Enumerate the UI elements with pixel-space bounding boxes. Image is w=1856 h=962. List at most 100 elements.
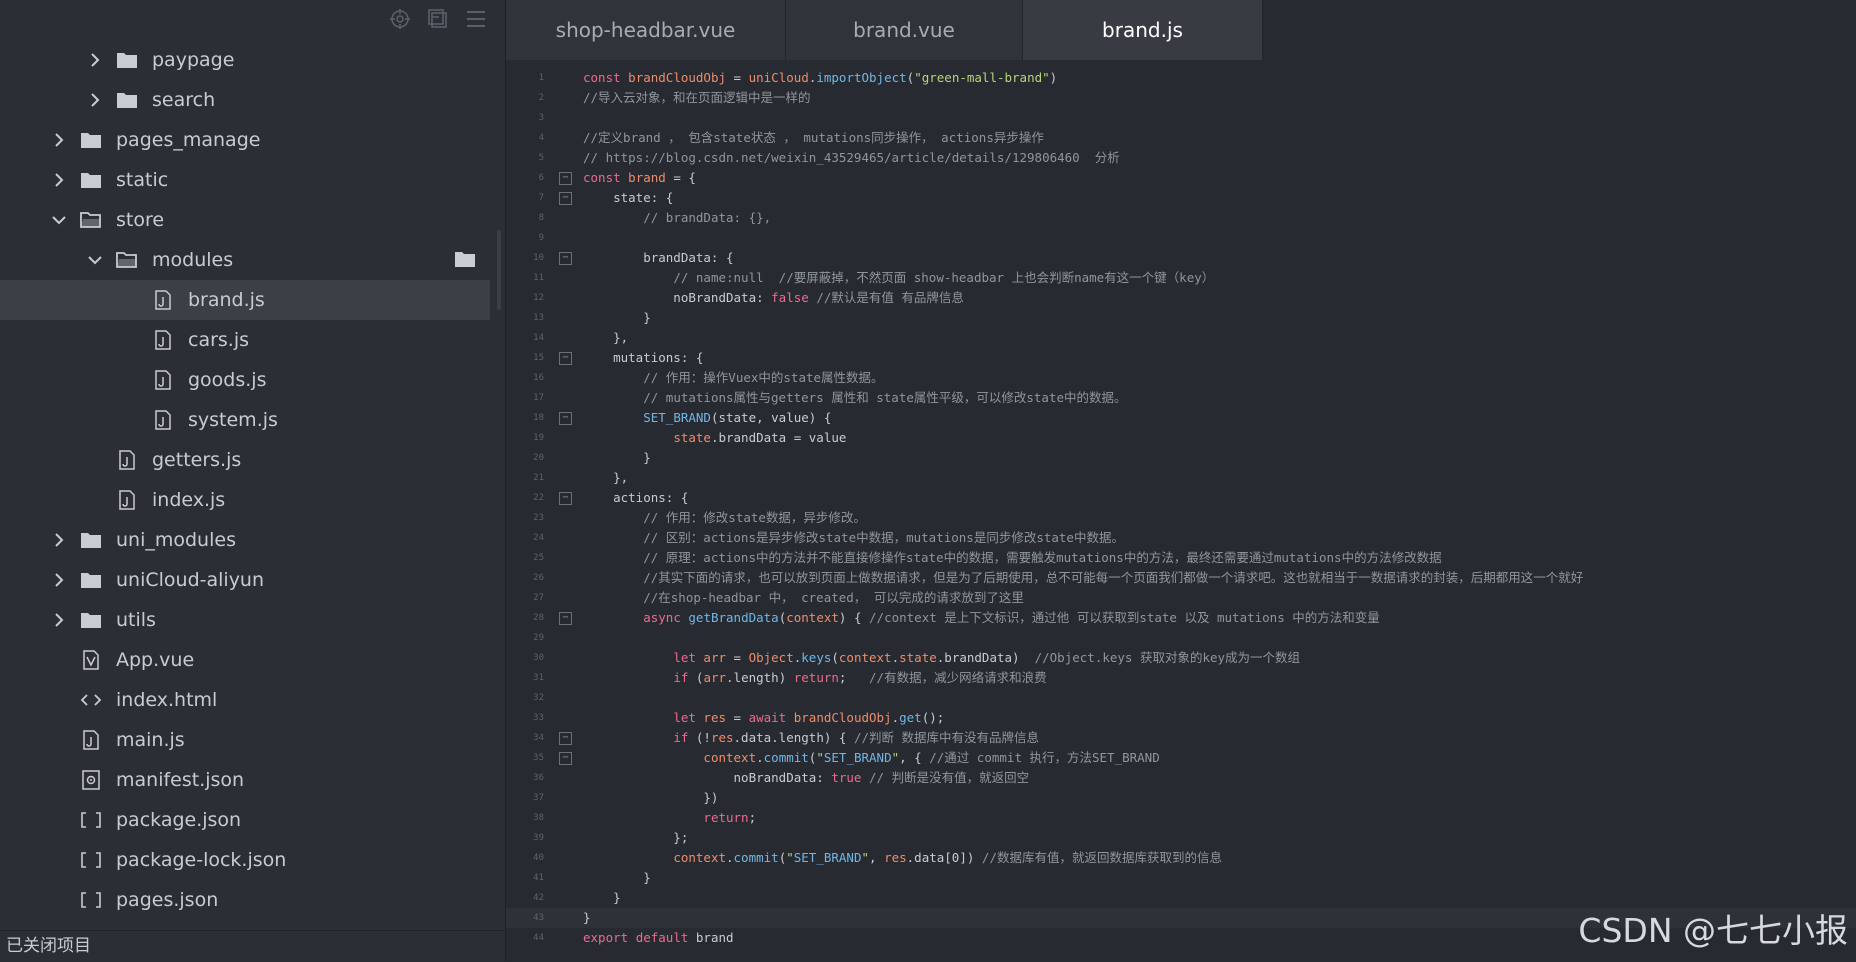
code-line[interactable]: 36 noBrandData: true // 判断是没有值，就返回空	[506, 768, 1856, 788]
code-line[interactable]: 11 // name:null //要屏蔽掉，不然页面 show-headbar…	[506, 268, 1856, 288]
tree-item-unicloud-aliyun[interactable]: uniCloud-aliyun	[0, 560, 490, 600]
chevron-down-icon[interactable]	[86, 251, 104, 269]
code-line[interactable]: 9	[506, 228, 1856, 248]
fold-toggle-icon[interactable]: −	[559, 172, 572, 185]
code-line[interactable]: 8 // brandData: {},	[506, 208, 1856, 228]
code-line[interactable]: 29	[506, 628, 1856, 648]
code-line[interactable]: 5 // https://blog.csdn.net/weixin_4352946…	[506, 148, 1856, 168]
code-line[interactable]: 25 // 原理：actions中的方法并不能直接修操作state中的数据，需要…	[506, 548, 1856, 568]
tab-shop-headbar-vue[interactable]: shop-headbar.vue	[506, 0, 786, 60]
code-line[interactable]: 26 //其实下面的请求，也可以放到页面上做数据请求，但是为了后期使用，总不可能…	[506, 568, 1856, 588]
tree-item-pages-json[interactable]: pages.json	[0, 880, 490, 920]
code-line[interactable]: 39 };	[506, 828, 1856, 848]
js-file-icon	[152, 290, 174, 310]
tree-item-label: goods.js	[188, 369, 267, 391]
tree-item-package-lock-json[interactable]: package-lock.json	[0, 840, 490, 880]
tree-item-cars-js[interactable]: cars.js	[0, 320, 490, 360]
code-area[interactable]: 1 const brandCloudObj = uniCloud.importOb…	[506, 68, 1856, 948]
code-line[interactable]: 30 let arr = Object.keys(context.state.b…	[506, 648, 1856, 668]
sidebar-scrollbar[interactable]	[497, 230, 501, 310]
code-line[interactable]: 18 − SET_BRAND(state, value) {	[506, 408, 1856, 428]
code-line[interactable]: 24 // 区别：actions是异步修改state中数据，mutations是…	[506, 528, 1856, 548]
tree-item-search[interactable]: search	[0, 80, 490, 120]
code-text: context.commit("SET_BRAND", res.data[0])…	[673, 850, 1222, 865]
tree-item-package-json[interactable]: package.json	[0, 800, 490, 840]
code-line[interactable]: 13 }	[506, 308, 1856, 328]
code-line[interactable]: 1 const brandCloudObj = uniCloud.importOb…	[506, 68, 1856, 88]
code-line[interactable]: 15 − mutations: {	[506, 348, 1856, 368]
new-folder-icon[interactable]	[454, 250, 476, 273]
code-line[interactable]: 22 − actions: {	[506, 488, 1856, 508]
tree-item-paypage[interactable]: paypage	[0, 40, 490, 80]
chevron-down-icon[interactable]	[50, 211, 68, 229]
code-line[interactable]: 35 − context.commit("SET_BRAND", { //通过 c…	[506, 748, 1856, 768]
fold-toggle-icon[interactable]: −	[559, 352, 572, 365]
chevron-right-icon[interactable]	[50, 611, 68, 629]
chevron-right-icon[interactable]	[50, 131, 68, 149]
chevron-right-icon[interactable]	[50, 531, 68, 549]
target-icon[interactable]	[389, 8, 411, 30]
fold-toggle-icon[interactable]: −	[559, 492, 572, 505]
fold-toggle-icon[interactable]: −	[559, 412, 572, 425]
fold-toggle-icon[interactable]: −	[559, 612, 572, 625]
tree-item-store[interactable]: store	[0, 200, 490, 240]
fold-toggle-icon[interactable]: −	[559, 752, 572, 765]
tree-item-system-js[interactable]: system.js	[0, 400, 490, 440]
code-line[interactable]: 33 let res = await brandCloudObj.get();	[506, 708, 1856, 728]
line-number: 32	[533, 693, 544, 703]
code-line[interactable]: 20 }	[506, 448, 1856, 468]
code-line[interactable]: 12 noBrandData: false //默认是有值 有品牌信息	[506, 288, 1856, 308]
tree-item-utils[interactable]: utils	[0, 600, 490, 640]
code-line[interactable]: 14 },	[506, 328, 1856, 348]
fold-toggle-icon[interactable]: −	[559, 732, 572, 745]
code-line[interactable]: 41 }	[506, 868, 1856, 888]
tree-item-uni-modules[interactable]: uni_modules	[0, 520, 490, 560]
tab-brand-vue[interactable]: brand.vue	[786, 0, 1023, 60]
tree-item-goods-js[interactable]: goods.js	[0, 360, 490, 400]
tree-item-index-html[interactable]: index.html	[0, 680, 490, 720]
code-line[interactable]: 17 // mutations属性与getters 属性和 state属性平级，…	[506, 388, 1856, 408]
code-editor[interactable]: shop-headbar.vue brand.vue brand.js 1 con…	[506, 0, 1856, 961]
tree-item-brand-js[interactable]: brand.js	[0, 280, 490, 320]
code-line[interactable]: 4 //定义brand ， 包含state状态 ， mutations同步操作， …	[506, 128, 1856, 148]
chevron-right-icon[interactable]	[86, 51, 104, 69]
tab-brand-js[interactable]: brand.js	[1023, 0, 1263, 60]
code-line[interactable]: 2 //导入云对象，和在页面逻辑中是一样的	[506, 88, 1856, 108]
line-number: 42	[533, 893, 544, 903]
code-line[interactable]: 23 // 作用：修改state数据，异步修改。	[506, 508, 1856, 528]
tree-item-modules[interactable]: modules	[0, 240, 490, 280]
code-line[interactable]: 28 − async getBrandData(context) { //cont…	[506, 608, 1856, 628]
code-line[interactable]: 32	[506, 688, 1856, 708]
code-line[interactable]: 27 //在shop-headbar 中， created， 可以完成的请求放到…	[506, 588, 1856, 608]
collapse-all-icon[interactable]	[427, 8, 449, 30]
fold-toggle-icon[interactable]: −	[559, 192, 572, 205]
chevron-right-icon[interactable]	[50, 171, 68, 189]
chevron-right-icon[interactable]	[50, 571, 68, 589]
code-line[interactable]: 6 − const brand = {	[506, 168, 1856, 188]
tree-item-main-js[interactable]: main.js	[0, 720, 490, 760]
code-line[interactable]: 21 },	[506, 468, 1856, 488]
code-line[interactable]: 37 })	[506, 788, 1856, 808]
code-line[interactable]: 3	[506, 108, 1856, 128]
code-line[interactable]: 16 // 作用：操作Vuex中的state属性数据。	[506, 368, 1856, 388]
fold-toggle-icon[interactable]: −	[559, 252, 572, 265]
tree-item-manifest-json[interactable]: manifest.json	[0, 760, 490, 800]
closed-projects-label[interactable]: 已关闭项目	[0, 930, 511, 962]
code-line[interactable]: 34 − if (!res.data.length) { //判断 数据库中有没有…	[506, 728, 1856, 748]
tree-item-index-js[interactable]: index.js	[0, 480, 490, 520]
code-line[interactable]: 40 context.commit("SET_BRAND", res.data[…	[506, 848, 1856, 868]
code-text: noBrandData: true // 判断是没有值，就返回空	[583, 770, 1030, 785]
menu-icon[interactable]	[465, 8, 487, 30]
code-line[interactable]: 19 state.brandData = value	[506, 428, 1856, 448]
tree-item-app-vue[interactable]: App.vue	[0, 640, 490, 680]
code-line[interactable]: 10 − brandData: {	[506, 248, 1856, 268]
manifest-file-icon	[80, 770, 102, 790]
code-line[interactable]: 38 return;	[506, 808, 1856, 828]
code-line[interactable]: 7 − state: {	[506, 188, 1856, 208]
tree-item-pages-manage[interactable]: pages_manage	[0, 120, 490, 160]
tree-item-getters-js[interactable]: getters.js	[0, 440, 490, 480]
tree-item-static[interactable]: static	[0, 160, 490, 200]
chevron-right-icon[interactable]	[86, 91, 104, 109]
code-line[interactable]: 31 if (arr.length) return; //有数据，减少网络请求和…	[506, 668, 1856, 688]
